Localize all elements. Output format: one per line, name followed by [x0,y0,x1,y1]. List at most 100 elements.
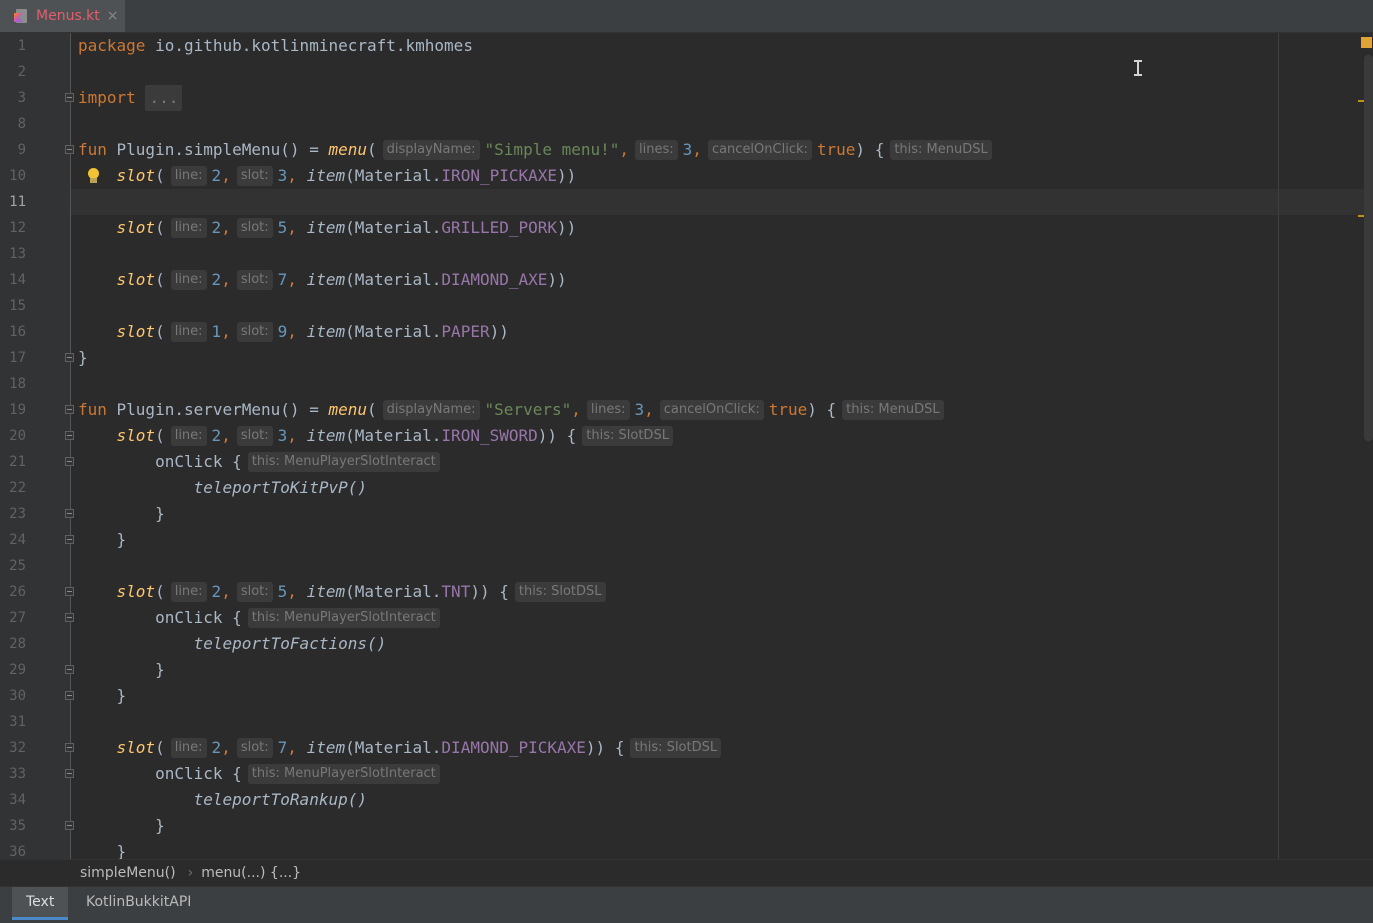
inlay-hint: this: SlotDSL [582,426,673,446]
code-content: teleportToKitPvP() [78,475,367,501]
code-line[interactable]: 13 [0,241,1373,267]
fold-collapse-icon[interactable] [65,769,74,778]
code-content: fun Plugin.serverMenu() = menu(displayNa… [78,397,944,423]
fold-collapse-icon[interactable] [65,613,74,622]
code-line[interactable]: 1 package io.github.kotlinminecraft.kmhom… [0,33,1373,59]
code-line[interactable]: 26 slot(line: 2, slot: 5, item (Material. TNT… [0,579,1373,605]
function-call: onClick { [155,764,242,783]
code-line[interactable]: 27 onClick {this: MenuPlayerSlotInteract [0,605,1373,631]
code-line[interactable]: 15 [0,293,1373,319]
tab-text[interactable]: Text [12,887,69,920]
code-line[interactable]: 33 onClick {this: MenuPlayerSlotInteract [0,761,1373,787]
line-number: 32 [9,740,26,756]
fold-collapse-icon[interactable] [65,587,74,596]
code-token: , [287,166,307,185]
editor-bottom-tabs: Text KotlinBukkitAPI [0,886,1373,923]
material-field: DIAMOND_PICKAXE [441,738,586,757]
code-line[interactable]: 9 fun Plugin.simpleMenu() = menu(displayN… [0,137,1373,163]
package-name: io.github.kotlinminecraft.kmhomes [155,36,473,55]
fold-end-icon[interactable] [65,509,74,518]
line-number: 34 [9,792,26,808]
fold-end-icon[interactable] [65,665,74,674]
inspection-status-icon[interactable] [1361,37,1372,48]
close-icon[interactable]: × [107,8,119,24]
code-token: ( [155,582,165,601]
function-call: item [306,218,346,237]
code-line[interactable]: 30 } [0,683,1373,709]
fold-collapse-icon[interactable] [65,145,74,154]
fold-collapse-icon[interactable] [65,93,74,102]
line-number: 26 [9,584,26,600]
line-number: 28 [9,636,26,652]
code-line[interactable]: 19 fun Plugin.serverMenu() = menu(display… [0,397,1373,423]
material-field: PAPER [441,322,490,341]
inlay-hint: slot: [236,322,273,342]
code-line[interactable]: 14 slot(line: 2, slot: 7, item (Material. DIA… [0,267,1373,293]
code-line[interactable]: 10 slot(line: 2, slot: 3, item (Material. IRO… [0,163,1373,189]
fold-collapse-icon[interactable] [65,431,74,440]
code-line[interactable]: 21 onClick {this: MenuPlayerSlotInteract [0,449,1373,475]
code-line[interactable]: 17} [0,345,1373,371]
code-line[interactable]: 20 slot(line: 2, slot: 3, item (Material. IRO… [0,423,1373,449]
code-content: slot(line: 1, slot: 9, item (Material. PAPER)… [78,319,509,345]
fold-collapse-icon[interactable] [65,457,74,466]
code-line[interactable]: 28 teleportToFactions() [0,631,1373,657]
code-token: , [571,400,581,419]
line-number: 35 [9,818,26,834]
tab-kotlinbukkitapi[interactable]: KotlinBukkitAPI [72,887,205,920]
code-line[interactable]: 36 } [0,839,1373,859]
inlay-hint: slot: [236,738,273,758]
code-line[interactable]: 22 teleportToKitPvP() [0,475,1373,501]
breadcrumb-item-menu[interactable]: menu(...) {...} [201,865,301,881]
code-line[interactable]: 16 slot(line: 1, slot: 9, item (Material. PAP… [0,319,1373,345]
fold-end-icon[interactable] [65,821,74,830]
code-line[interactable]: 25 [0,553,1373,579]
code-line[interactable]: 12 slot(line: 2, slot: 5, item (Material. GRI… [0,215,1373,241]
code-token: ( [155,426,165,445]
code-token: } [116,530,127,549]
code-line[interactable]: 35 } [0,813,1373,839]
number-literal: 5 [277,582,288,601]
code-line[interactable]: 3 import ... [0,85,1373,111]
function-call: teleportToKitPvP() [193,478,367,497]
lightbulb-icon[interactable] [87,168,99,184]
inlay-hint: line: [170,738,207,758]
inlay-hint: lines: [635,140,678,160]
code-line[interactable]: 31 [0,709,1373,735]
code-content: import ... [78,85,183,111]
fold-end-icon[interactable] [65,353,74,362]
code-line[interactable]: 32 slot(line: 2, slot: 7, item (Material. DIA… [0,735,1373,761]
code-line[interactable]: 29 } [0,657,1373,683]
line-number: 30 [9,688,26,704]
code-line[interactable]: 34 teleportToRankup() [0,787,1373,813]
inlay-hint: this: MenuPlayerSlotInteract [247,452,440,472]
code-line[interactable]: 8 [0,111,1373,137]
fold-collapse-icon[interactable] [65,405,74,414]
code-token: { [489,582,509,601]
code-line[interactable]: 23 } [0,501,1373,527]
code-line[interactable]: 24 } [0,527,1373,553]
editor-tab-bar: Menus.kt × [0,0,1373,33]
tab-file-name: Menus.kt [36,8,100,24]
code-line[interactable]: 2 [0,59,1373,85]
code-line[interactable]: 11 [0,189,1373,215]
line-number: 21 [9,454,26,470]
fold-end-icon[interactable] [65,691,74,700]
vertical-scrollbar[interactable] [1364,55,1373,441]
fold-collapse-icon[interactable] [65,743,74,752]
code-editor[interactable]: 1 package io.github.kotlinminecraft.kmhom… [0,33,1373,859]
editor-tab-menus-kt[interactable]: Menus.kt × [0,0,125,32]
number-literal: 2 [211,738,222,757]
fold-end-icon[interactable] [65,535,74,544]
lightbulb-base [90,178,97,183]
number-literal: 2 [211,218,222,237]
breadcrumb-item-simplemenu[interactable]: simpleMenu() [80,865,176,881]
function-call: teleportToRankup() [193,790,367,809]
keyword: import [78,88,146,107]
code-line[interactable]: 18 [0,371,1373,397]
